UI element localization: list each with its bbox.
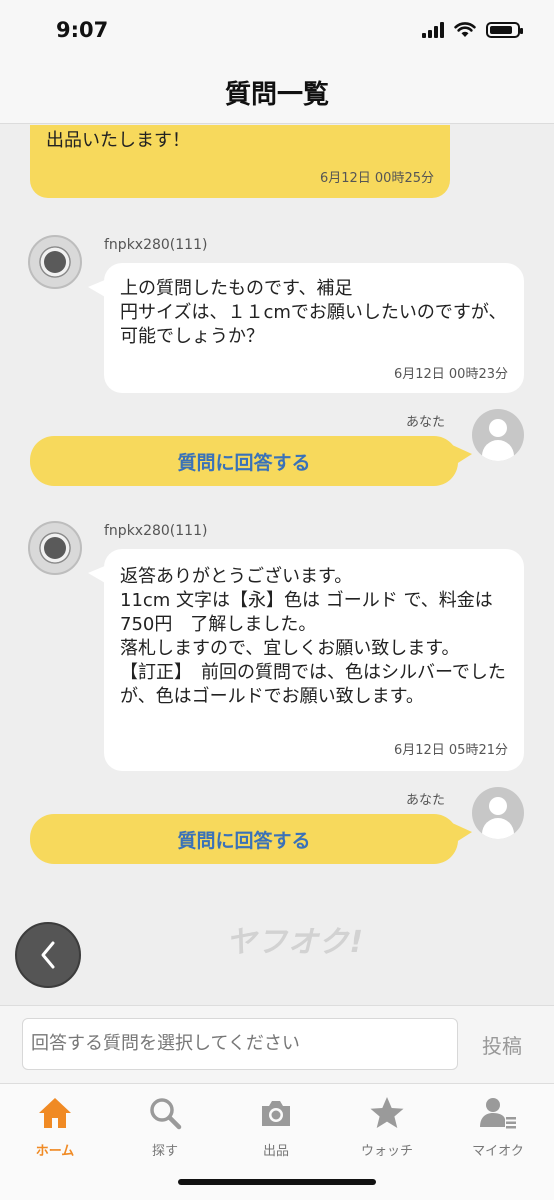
back-button[interactable] [15,922,81,988]
reply-input[interactable]: 回答する質問を選択してください [22,1018,458,1070]
avatar [472,409,524,461]
message-text: 出品いたします！ [46,130,190,151]
home-indicator [178,1179,376,1185]
camera-icon [262,1101,290,1126]
message-time: 6月12日 00時25分 [319,171,434,186]
tab-myauction[interactable]: マイオク [443,1094,553,1162]
message-time: 6月12日 00時23分 [393,367,508,382]
wifi-icon [454,22,476,37]
avatar [472,787,524,839]
star-icon [370,1097,404,1128]
question-list[interactable]: 出品いたします！ 6月12日 00時25分 fnpkx280(111) 上の質問… [0,125,554,1005]
avatar[interactable] [28,235,82,289]
message-text: 返答ありがとうございます。 11cm 文字は【永】色は ゴールド で、料金は 7… [120,566,506,707]
seller-reply-bubble: 出品いたします！ 6月12日 00時25分 [30,125,450,198]
battery-icon [486,22,523,38]
question-bubble: 返答ありがとうございます。 11cm 文字は【永】色は ゴールド で、料金は 7… [88,549,524,771]
you-label: あなた [406,793,446,808]
user-list-icon [480,1098,516,1129]
reply-input-bar: 回答する質問を選択してください 投稿 [0,1005,554,1083]
message-text: 上の質問したものです、補足 円サイズは、１１cmでお願いしたいのですが、可能でし… [120,278,507,347]
username: fnpkx280(111) [104,237,208,253]
status-bar: 9:07 [0,0,554,62]
home-icon [39,1098,71,1128]
post-button[interactable]: 投稿 [482,1030,522,1059]
chevron-left-icon [41,941,55,969]
page-title: 質問一覧 [224,80,329,110]
search-icon [150,1098,182,1130]
you-label: あなた [406,415,446,430]
tab-label: マイオク [472,1144,524,1159]
status-icons [422,22,523,38]
status-time: 9:07 [56,18,109,42]
answer-question-button[interactable]: 質問に回答する [30,436,472,486]
message-time: 6月12日 05時21分 [393,743,508,758]
yahuoku-logo: ヤフオク! [226,925,365,960]
tab-label: ホーム [35,1144,75,1159]
tab-label: 出品 [262,1144,289,1159]
username: fnpkx280(111) [104,523,208,539]
question-bubble: 上の質問したものです、補足 円サイズは、１１cmでお願いしたいのですが、可能でし… [88,263,524,393]
answer-question-button[interactable]: 質問に回答する [30,814,472,864]
avatar[interactable] [28,521,82,575]
cellular-signal-icon [422,22,444,38]
tab-label: 探す [151,1144,178,1159]
tab-watch[interactable]: ウォッチ [332,1094,442,1162]
tab-sell[interactable]: 出品 [221,1094,331,1162]
tab-search[interactable]: 探す [110,1094,220,1162]
tab-label: ウォッチ [360,1144,413,1159]
tab-home[interactable]: ホーム [0,1094,110,1162]
header: 質問一覧 [0,62,554,124]
